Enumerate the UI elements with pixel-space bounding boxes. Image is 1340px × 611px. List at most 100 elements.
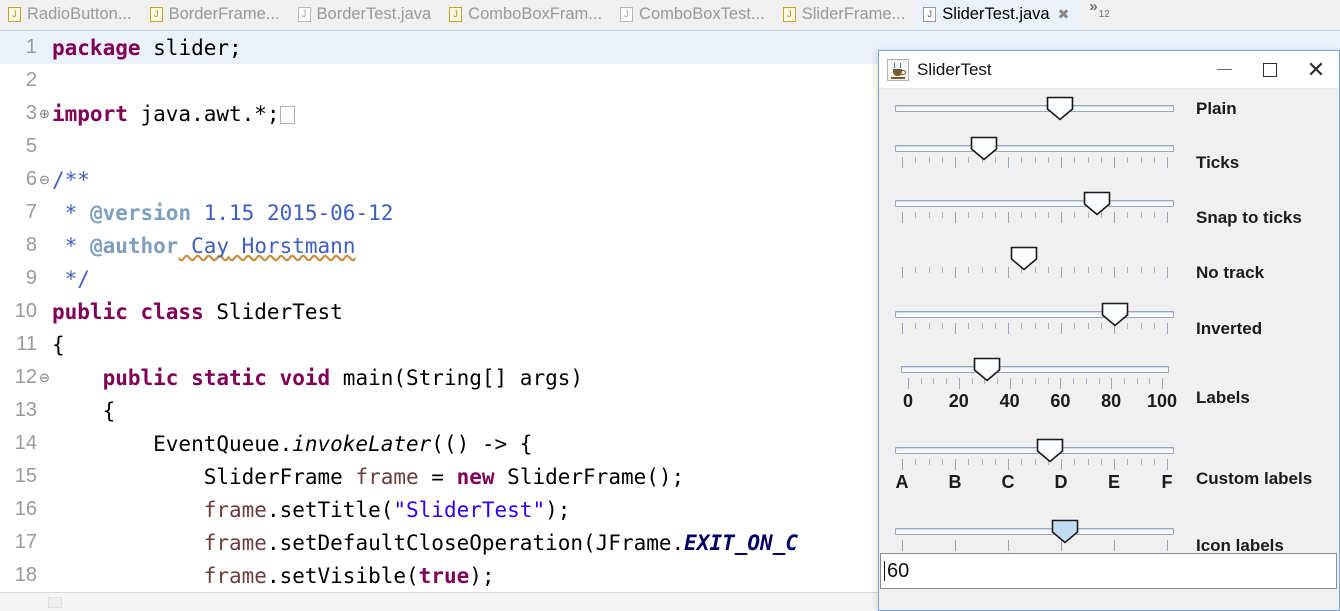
- code-token: .setDefaultCloseOperation(JFrame.: [266, 530, 685, 555]
- fold-marker[interactable]: ⊖: [38, 370, 51, 386]
- slider-label-custom-labels: Custom labels: [1196, 469, 1313, 488]
- tick-label: 100: [1146, 391, 1178, 411]
- fold-marker[interactable]: ⊖: [38, 172, 51, 188]
- java-file-icon: J: [923, 7, 937, 22]
- major-tick: [1114, 540, 1115, 551]
- code-text: frame.setVisible(true);: [51, 564, 495, 588]
- status-bar-indicator: [48, 597, 62, 608]
- fold-marker[interactable]: ⊕: [38, 106, 51, 122]
- tick-label: 20: [948, 391, 969, 411]
- slider-no-track[interactable]: [895, 241, 1174, 297]
- tick-label: C: [1001, 472, 1015, 492]
- slider-track[interactable]: [895, 200, 1174, 207]
- tab-overflow-button[interactable]: » 12: [1079, 0, 1115, 30]
- slider-thumb-icon: [1051, 519, 1078, 544]
- editor-tab-comboboxtest[interactable]: J ComboBoxTest...: [612, 0, 775, 30]
- tick-label: 80: [1101, 391, 1122, 411]
- editor-tab-borderframe[interactable]: J BorderFrame...: [142, 0, 290, 30]
- slider-thumb[interactable]: [1036, 438, 1064, 463]
- major-tick: [1008, 267, 1009, 278]
- editor-tab-radiobutton[interactable]: J RadioButton...: [0, 0, 142, 30]
- minor-tick: [1087, 323, 1089, 329]
- slider-track[interactable]: [895, 105, 1174, 112]
- minor-tick: [968, 212, 970, 218]
- tick-label: 60: [1050, 391, 1071, 411]
- close-icon[interactable]: ✖: [1058, 6, 1070, 23]
- slider-track[interactable]: [895, 145, 1174, 152]
- minor-tick: [1140, 323, 1142, 329]
- minor-tick: [994, 323, 996, 329]
- minor-tick: [1127, 212, 1129, 218]
- editor-tab-label: RadioButton...: [27, 5, 132, 23]
- minor-tick: [928, 323, 930, 329]
- editor-tab-bordertest[interactable]: J BorderTest.java: [290, 0, 442, 30]
- slider-thumb[interactable]: [1083, 191, 1111, 216]
- major-tick: [1167, 267, 1168, 278]
- code-token: java.awt.*;: [127, 101, 280, 126]
- minor-tick: [1098, 378, 1100, 384]
- slider-tick-labels: A B C D E F: [895, 472, 1174, 494]
- slider-ticks[interactable]: [895, 131, 1174, 187]
- javadoc-tag: @version: [89, 200, 192, 225]
- minor-tick: [1034, 157, 1036, 163]
- minor-tick: [1047, 157, 1049, 163]
- minor-tick: [1073, 378, 1075, 384]
- editor-tab-label: BorderFrame...: [168, 5, 280, 23]
- slider-thumb[interactable]: [970, 136, 998, 161]
- java-file-warning-icon: J: [782, 7, 796, 22]
- major-tick: [958, 378, 960, 389]
- slider-inverted[interactable]: [895, 297, 1174, 353]
- close-button[interactable]: ✕: [1293, 51, 1339, 89]
- slider-track[interactable]: [901, 366, 1169, 373]
- line-number: 18: [14, 564, 37, 586]
- slider-ticks: [895, 323, 1174, 337]
- major-tick: [1061, 267, 1062, 278]
- editor-tab-sliderframe[interactable]: J SliderFrame...: [775, 0, 916, 30]
- editor-tab-label: SliderFrame...: [801, 5, 906, 23]
- minimize-button[interactable]: [1201, 51, 1247, 89]
- slider-track[interactable]: [895, 447, 1174, 454]
- editor-tab-comboboxframe[interactable]: J ComboBoxFram...: [441, 0, 612, 30]
- code-text: public static void main(String[] args): [51, 366, 583, 390]
- window-title-bar[interactable]: SliderTest ✕: [879, 51, 1339, 89]
- major-tick: [1167, 540, 1168, 551]
- slider-custom-labels[interactable]: A B C D E F: [895, 433, 1174, 492]
- slider-thumb[interactable]: [1010, 246, 1038, 271]
- major-tick: [1114, 212, 1115, 223]
- slider-track[interactable]: [895, 528, 1174, 535]
- minor-tick: [1087, 267, 1089, 273]
- editor-tab-label: ComboBoxFram...: [468, 5, 603, 23]
- major-tick: [902, 157, 903, 168]
- major-tick: [902, 323, 903, 334]
- code-variable: frame: [203, 530, 267, 555]
- major-tick: [955, 540, 956, 551]
- slider-thumb[interactable]: [973, 357, 1001, 382]
- slider-thumb[interactable]: [1051, 519, 1079, 544]
- slider-thumb[interactable]: [1046, 96, 1074, 121]
- line-number: 11: [16, 333, 37, 355]
- code-token: SliderFrame: [52, 464, 356, 489]
- maximize-button[interactable]: [1247, 51, 1293, 89]
- slider-panel: Plain Ticks Snap to ticks No track Inver…: [879, 89, 1339, 589]
- value-text-field[interactable]: 60: [880, 553, 1337, 589]
- major-tick: [1061, 157, 1062, 168]
- tick-label: A: [895, 472, 909, 492]
- editor-tab-label: SliderTest.java: [942, 5, 1050, 23]
- minor-tick: [1074, 459, 1076, 465]
- minor-tick: [981, 212, 983, 218]
- collapsed-imports-icon[interactable]: [279, 105, 295, 124]
- editor-tab-bar: J RadioButton... J BorderFrame... J Bord…: [0, 0, 1340, 31]
- slider-labels[interactable]: 0 20 40 60 80 100: [901, 352, 1177, 411]
- slider-thumb[interactable]: [1101, 302, 1129, 327]
- minor-tick: [933, 378, 935, 384]
- slider-snap-to-ticks[interactable]: [895, 186, 1174, 242]
- minor-tick: [1136, 378, 1138, 384]
- editor-tab-slidertest[interactable]: J SliderTest.java ✖: [915, 0, 1080, 30]
- code-token: main(String[] args): [330, 365, 584, 390]
- java-file-icon: J: [297, 7, 311, 22]
- minor-tick: [920, 378, 922, 384]
- slidertest-window[interactable]: SliderTest ✕ Plain Ticks Snap to ticks N…: [878, 50, 1340, 611]
- slider-track[interactable]: [895, 311, 1174, 318]
- slider-label-no-track: No track: [1196, 263, 1265, 282]
